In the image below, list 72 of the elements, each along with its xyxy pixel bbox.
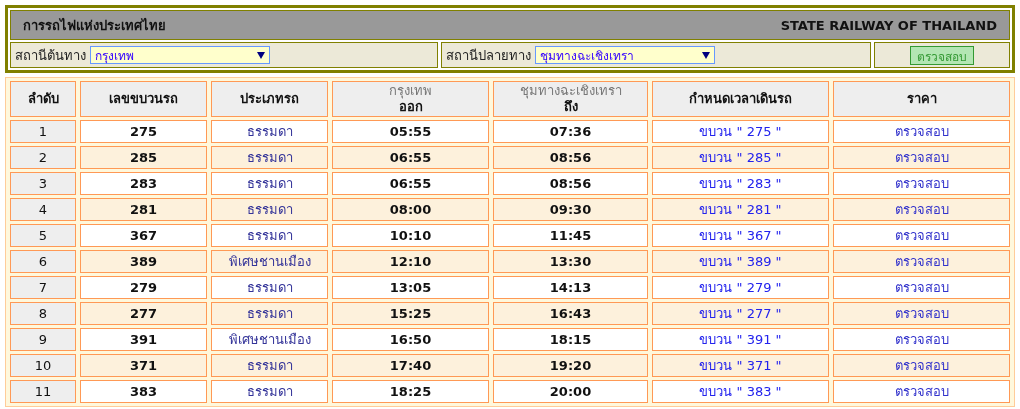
origin-label: สถานีต้นทาง <box>15 46 86 65</box>
train-type: ธรรมดา <box>211 224 328 247</box>
train-number: 391 <box>80 328 207 351</box>
train-type: ธรรมดา <box>211 276 328 299</box>
departure-time: 06:55 <box>332 146 489 169</box>
column-header: กรุงเทพ ออก <box>332 81 489 117</box>
row-number: 10 <box>10 354 76 377</box>
origin-select[interactable]: กรุงเทพ <box>90 46 270 64</box>
departure-time: 17:40 <box>332 354 489 377</box>
train-number: 367 <box>80 224 207 247</box>
train-number: 283 <box>80 172 207 195</box>
column-header: ลำดับ <box>10 81 76 117</box>
caret-icon <box>257 51 265 59</box>
arrival-time: 16:43 <box>493 302 648 325</box>
train-type: ธรรมดา <box>211 120 328 143</box>
train-type: ธรรมดา <box>211 302 328 325</box>
row-number: 11 <box>10 380 76 403</box>
departure-time: 06:55 <box>332 172 489 195</box>
arrival-time: 19:20 <box>493 354 648 377</box>
column-header: เลขขบวนรถ <box>80 81 207 117</box>
row-number: 9 <box>10 328 76 351</box>
row-number: 3 <box>10 172 76 195</box>
train-number: 389 <box>80 250 207 273</box>
train-number: 275 <box>80 120 207 143</box>
train-type: พิเศษชานเมือง <box>211 250 328 273</box>
destination-label: สถานีปลายทาง <box>446 46 531 65</box>
caret-icon <box>702 51 710 59</box>
column-header: ราคา <box>833 81 1010 117</box>
station-name: ชุมทางฉะเชิงเทรา <box>518 83 623 99</box>
column-header: กำหนดเวลาเดินรถ <box>652 81 829 117</box>
train-number: 285 <box>80 146 207 169</box>
departure-time: 16:50 <box>332 328 489 351</box>
row-number: 1 <box>10 120 76 143</box>
train-type: ธรรมดา <box>211 172 328 195</box>
destination-select[interactable]: ชุมทางฉะเชิงเทรา <box>535 46 715 64</box>
departure-time: 13:05 <box>332 276 489 299</box>
row-number: 8 <box>10 302 76 325</box>
train-number: 281 <box>80 198 207 221</box>
row-number: 6 <box>10 250 76 273</box>
arrival-time: 11:45 <box>493 224 648 247</box>
train-number: 383 <box>80 380 207 403</box>
train-number: 371 <box>80 354 207 377</box>
train-number: 277 <box>80 302 207 325</box>
arrival-time: 13:30 <box>493 250 648 273</box>
train-type: ธรรมดา <box>211 198 328 221</box>
arrival-time: 14:13 <box>493 276 648 299</box>
row-number: 2 <box>10 146 76 169</box>
row-number: 5 <box>10 224 76 247</box>
departure-time: 12:10 <box>332 250 489 273</box>
row-number: 4 <box>10 198 76 221</box>
arrival-time: 20:00 <box>493 380 648 403</box>
train-number: 279 <box>80 276 207 299</box>
arrival-time: 18:15 <box>493 328 648 351</box>
arrival-time: 09:30 <box>493 198 648 221</box>
arrival-time: 08:56 <box>493 172 648 195</box>
departure-time: 18:25 <box>332 380 489 403</box>
arrival-time: 08:56 <box>493 146 648 169</box>
station-name: กรุงเทพ <box>388 83 433 99</box>
train-type: พิเศษชานเมือง <box>211 328 328 351</box>
column-header: ประเภทรถ <box>211 81 328 117</box>
departure-time: 10:10 <box>332 224 489 247</box>
site-title-english: STATE RAILWAY OF THAILAND <box>780 17 997 33</box>
train-type: ธรรมดา <box>211 146 328 169</box>
departure-time: 15:25 <box>332 302 489 325</box>
site-title: การรถไฟแห่งประเทศไทย <box>23 16 166 35</box>
train-type: ธรรมดา <box>211 354 328 377</box>
arrival-time: 07:36 <box>493 120 648 143</box>
column-header: ชุมทางฉะเชิงเทรา ถึง <box>493 81 648 117</box>
train-type: ธรรมดา <box>211 380 328 403</box>
row-number: 7 <box>10 276 76 299</box>
departure-time: 08:00 <box>332 198 489 221</box>
departure-time: 05:55 <box>332 120 489 143</box>
